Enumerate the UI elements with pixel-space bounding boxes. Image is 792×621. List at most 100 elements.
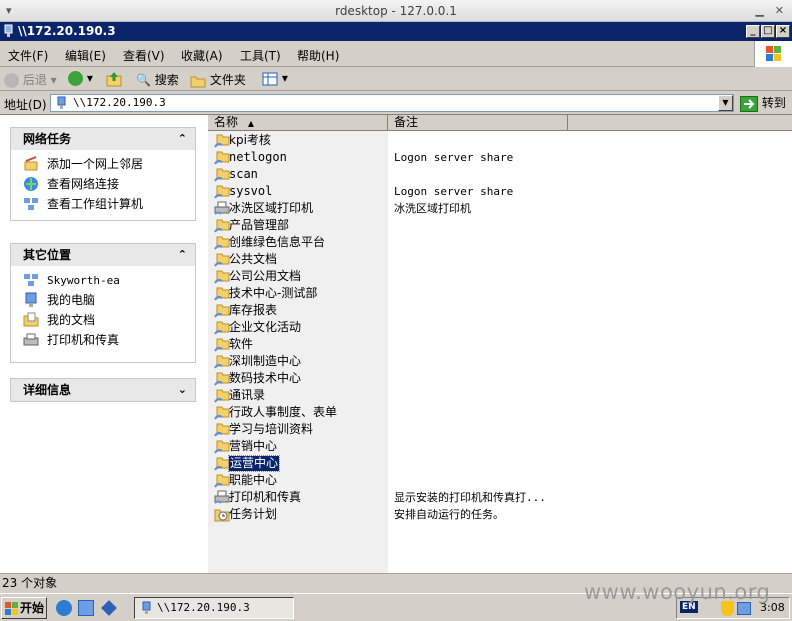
add-network-place-link[interactable]: 添加一个网上邻居 [21, 154, 195, 174]
place-my-documents-link[interactable]: 我的文档 [21, 310, 195, 330]
network-tasks-header[interactable]: 网络任务 ⌃ [11, 128, 195, 150]
list-item[interactable]: 软件 [208, 336, 792, 353]
item-name: 创维绿色信息平台 [229, 235, 326, 249]
sort-ascending-icon: ▲ [247, 119, 254, 128]
address-dropdown-button[interactable]: ▼ [718, 95, 733, 111]
views-button[interactable]: ▾ [262, 71, 288, 86]
list-item[interactable]: 深圳制造中心 [208, 353, 792, 370]
list-item[interactable]: netlogon Logon server share [208, 149, 792, 166]
outer-close-button[interactable]: ✕ [775, 0, 784, 22]
list-item[interactable]: 公司公用文档 [208, 268, 792, 285]
quicklaunch-ie-icon[interactable] [56, 600, 72, 616]
column-header-name[interactable]: 名称 ▲ [208, 115, 388, 131]
menu-file[interactable]: 文件(F) [8, 47, 48, 64]
item-note: Logon server share [394, 151, 514, 164]
list-item[interactable]: 运营中心 [208, 455, 792, 472]
shared-folder-icon [214, 133, 230, 148]
shared-folder-icon [214, 439, 230, 454]
folders-button[interactable]: 文件夹 [190, 71, 246, 88]
list-item[interactable]: 职能中心 [208, 472, 792, 489]
watermark: www.wooyun.org [584, 580, 771, 604]
shared-folder-icon [214, 235, 230, 250]
address-value: \\172.20.190.3 [73, 96, 166, 109]
item-name: 库存报表 [229, 303, 278, 317]
list-item[interactable]: 冰洗区域打印机 冰洗区域打印机 [208, 200, 792, 217]
view-workgroup-computers-link[interactable]: 查看工作组计算机 [21, 194, 195, 214]
item-name: 软件 [229, 337, 254, 351]
item-name: 学习与培训资料 [229, 422, 314, 436]
forward-button[interactable]: ▾ [68, 71, 93, 86]
address-bar: 地址(D) \\172.20.190.3 ▼ 转到 [0, 91, 792, 115]
other-places-title: 其它位置 [23, 248, 72, 262]
rdesktop-title: rdesktop - 127.0.0.1 [335, 4, 457, 18]
item-name: 行政人事制度、表单 [229, 405, 338, 419]
toolbar: 后退 ▾ ▾ 🔍 搜索 文件夹 ▾ [0, 67, 792, 91]
back-button[interactable]: 后退 ▾ [4, 71, 57, 88]
place-printers-faxes-link[interactable]: 打印机和传真 [21, 330, 195, 350]
shared-folder-icon [214, 354, 230, 369]
details-header[interactable]: 详细信息 ⌄ [11, 379, 195, 401]
item-name: 数码技术中心 [229, 371, 302, 385]
list-item[interactable]: 数码技术中心 [208, 370, 792, 387]
outer-minimize-button[interactable]: ▁ [756, 0, 764, 22]
list-item[interactable]: 打印机和传真 显示安装的打印机和传真打... [208, 489, 792, 506]
menu-tools[interactable]: 工具(T) [240, 47, 281, 64]
item-name: 运营中心 [227, 455, 281, 472]
close-button[interactable]: × [776, 25, 790, 38]
minimize-button[interactable]: _ [746, 25, 760, 38]
up-folder-button[interactable] [106, 71, 122, 87]
shared-folder-icon [214, 218, 230, 233]
list-item[interactable]: 通讯录 [208, 387, 792, 404]
list-item[interactable]: 技术中心-测试部 [208, 285, 792, 302]
item-note: Logon server share [394, 185, 514, 198]
maximize-button[interactable]: □ [761, 25, 775, 38]
folder-icon [190, 76, 206, 87]
list-item[interactable]: 库存报表 [208, 302, 792, 319]
menu-favorites[interactable]: 收藏(A) [181, 47, 223, 64]
column-header-note[interactable]: 备注 [388, 115, 568, 131]
taskbar-window-button[interactable]: \\172.20.190.3 [134, 597, 294, 619]
list-item[interactable]: 企业文化活动 [208, 319, 792, 336]
network-connections-icon [24, 177, 38, 191]
list-item[interactable]: 产品管理部 [208, 217, 792, 234]
start-button[interactable]: 开始 [1, 597, 47, 619]
workgroup-computers-icon [24, 198, 38, 210]
other-places-header[interactable]: 其它位置 ⌃ [11, 244, 195, 266]
menu-edit[interactable]: 编辑(E) [65, 47, 106, 64]
list-item[interactable]: 行政人事制度、表单 [208, 404, 792, 421]
go-button[interactable]: 转到 [740, 94, 786, 112]
place-my-computer-link[interactable]: 我的电脑 [21, 290, 195, 310]
windows-logo-icon [5, 602, 18, 615]
outer-menu-chevron-icon[interactable]: ▾ [6, 0, 12, 22]
view-network-connections-link[interactable]: 查看网络连接 [21, 174, 195, 194]
search-button[interactable]: 🔍 搜索 [136, 71, 179, 88]
address-input[interactable]: \\172.20.190.3 [50, 94, 734, 112]
list-item[interactable]: kpi考核 [208, 132, 792, 149]
file-list[interactable]: 名称 ▲ 备注 kpi考核 netlogon Logon server share s… [208, 115, 792, 573]
expand-chevron-icon[interactable]: ⌄ [178, 379, 187, 401]
list-item[interactable]: scan [208, 166, 792, 183]
shared-folder-icon [214, 405, 230, 420]
list-item[interactable]: 公共文档 [208, 251, 792, 268]
collapse-chevron-icon[interactable]: ⌃ [178, 128, 187, 150]
item-name: 营销中心 [229, 439, 278, 453]
network-tasks-panel: 网络任务 ⌃ 添加一个网上邻居 查看网络连接 查看工作组计算机 [10, 127, 196, 221]
quicklaunch-show-desktop-icon[interactable] [78, 600, 94, 616]
place-skyworth-ea-link[interactable]: Skyworth-ea [21, 270, 195, 290]
menu-view[interactable]: 查看(V) [123, 47, 165, 64]
list-item[interactable]: 营销中心 [208, 438, 792, 455]
window-titlebar: \\172.20.190.3 _ □ × [0, 22, 792, 41]
collapse-chevron-icon[interactable]: ⌃ [178, 244, 187, 266]
list-item[interactable]: 创维绿色信息平台 [208, 234, 792, 251]
quicklaunch-virtualbox-icon[interactable] [101, 600, 117, 616]
list-item[interactable]: sysvol Logon server share [208, 183, 792, 200]
menu-help[interactable]: 帮助(H) [297, 47, 339, 64]
printers-faxes-icon [214, 490, 230, 505]
list-item[interactable]: 学习与培训资料 [208, 421, 792, 438]
shared-folder-icon [214, 286, 230, 301]
item-name: 通讯录 [229, 388, 266, 402]
go-arrow-icon [740, 95, 758, 112]
list-item[interactable]: 任务计划 安排自动运行的任务。 [208, 506, 792, 523]
shared-folder-icon [214, 422, 230, 437]
scheduled-tasks-icon [214, 507, 230, 522]
